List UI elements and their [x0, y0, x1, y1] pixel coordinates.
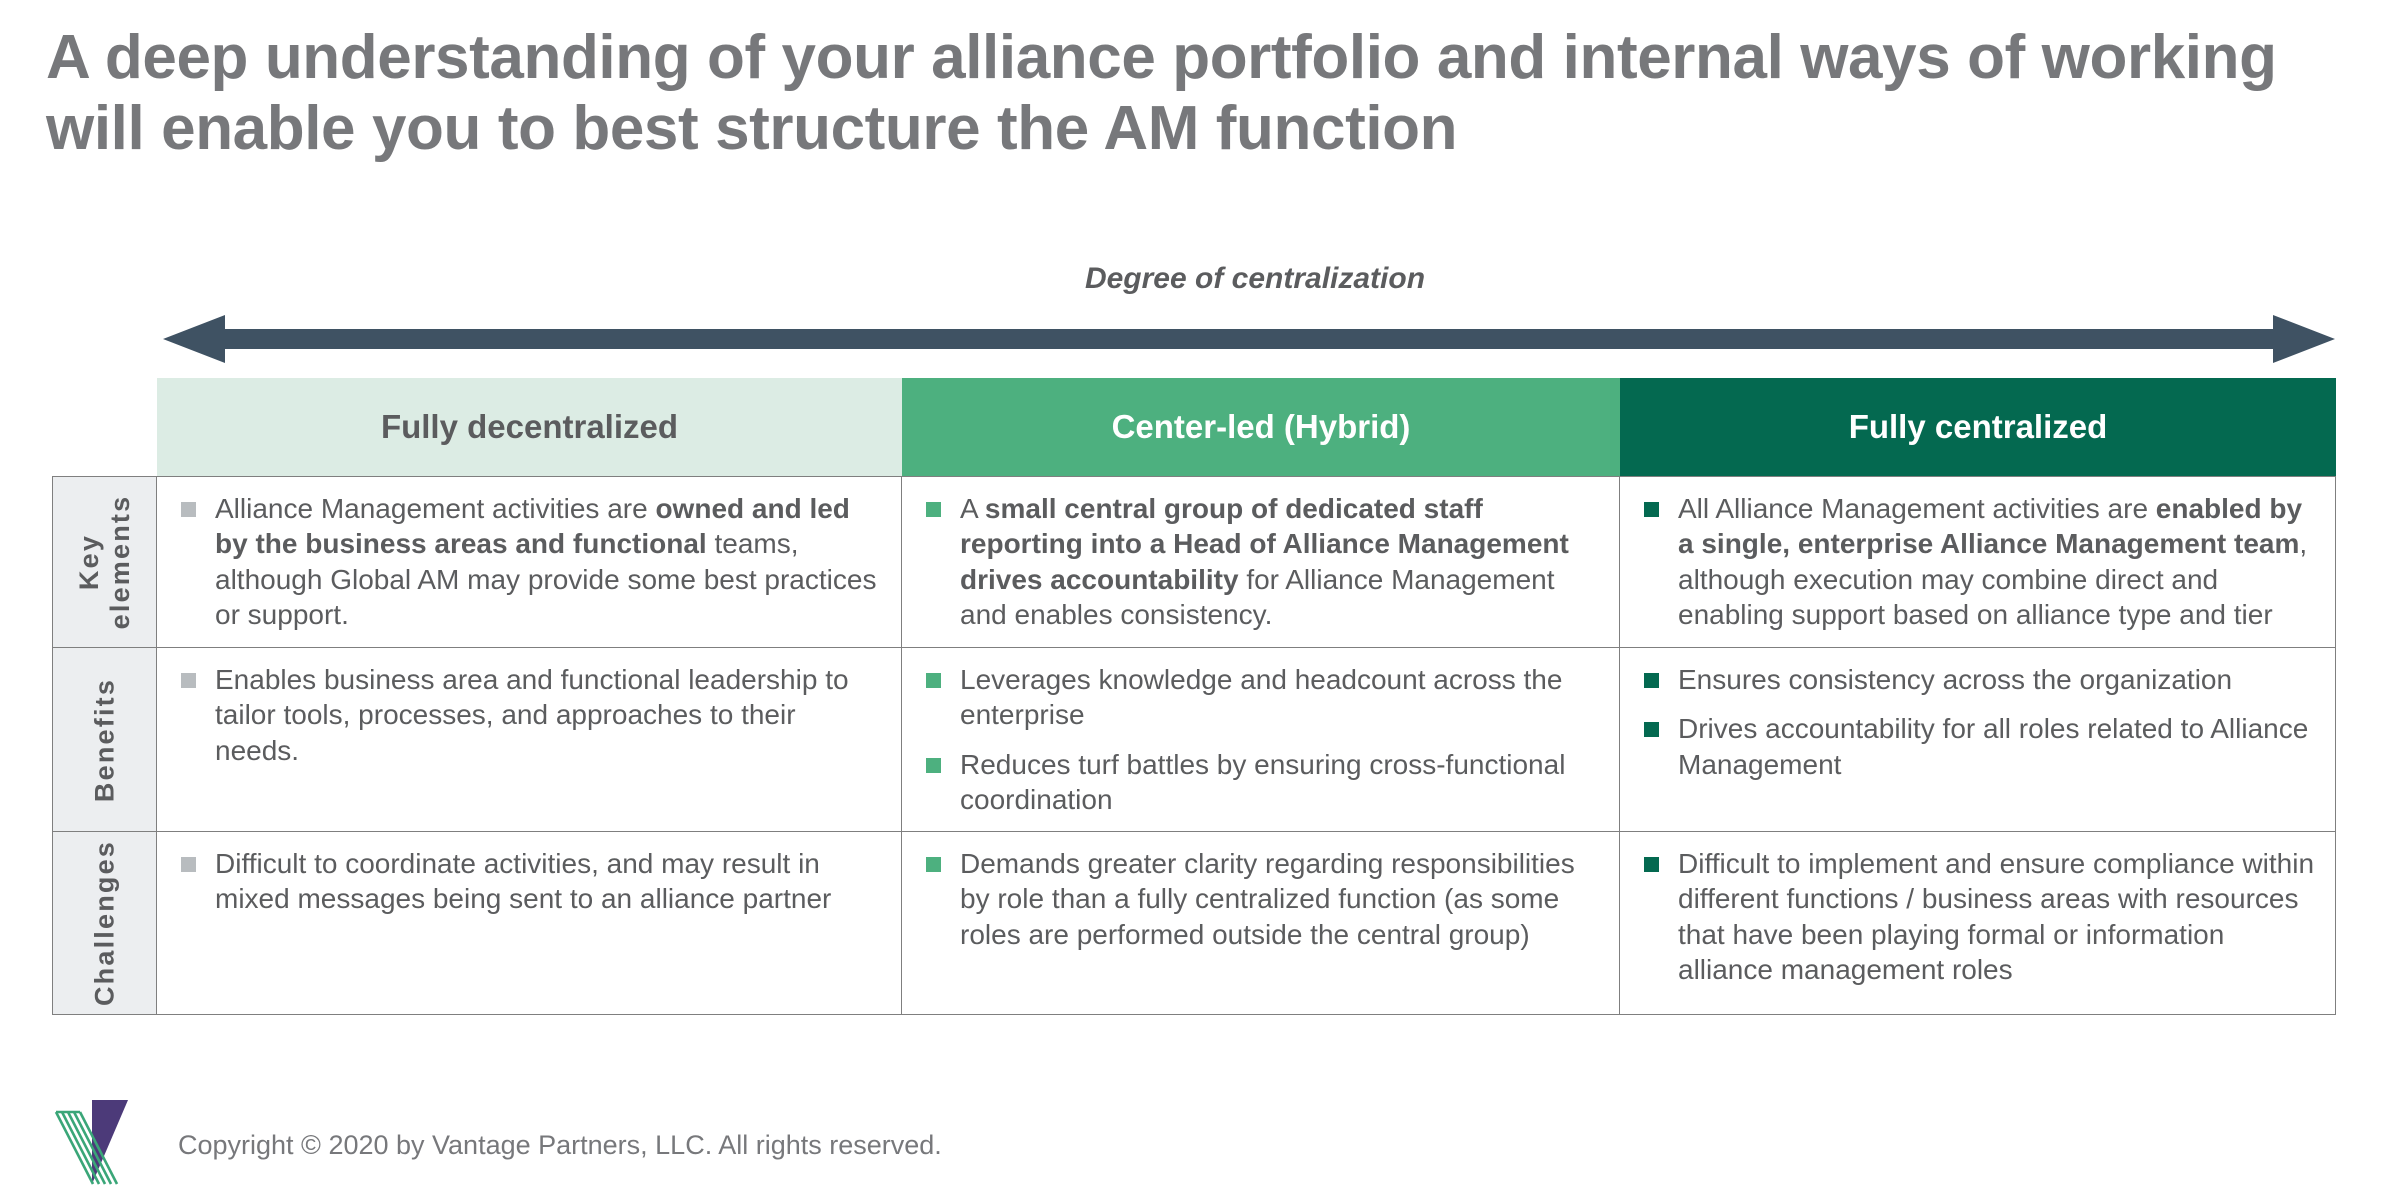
cell-benefits-decentralized: Enables business area and functional lea… [157, 648, 902, 832]
cell-key-elements-centralized: All Alliance Management activities are e… [1620, 477, 2336, 647]
cell-challenges-center-led: Demands greater clarity regarding respon… [902, 832, 1620, 1015]
column-header-fully-centralized: Fully centralized [1620, 378, 2336, 476]
vantage-partners-logo-icon [52, 1092, 156, 1196]
bullet-item: Demands greater clarity regarding respon… [920, 846, 1603, 952]
row-label-challenges: Challenges [52, 832, 157, 1015]
matrix-header-row: Fully decentralized Center-led (Hybrid) … [157, 378, 2336, 476]
table-row: Benefits Enables business area and funct… [52, 648, 2336, 833]
bullet-item: Enables business area and functional lea… [175, 662, 885, 768]
column-header-center-led: Center-led (Hybrid) [902, 378, 1620, 476]
table-row: Challenges Difficult to coordinate activ… [52, 832, 2336, 1016]
cell-key-elements-center-led: A small central group of dedicated staff… [902, 477, 1620, 647]
bullet-item: A small central group of dedicated staff… [920, 491, 1603, 632]
column-header-fully-decentralized: Fully decentralized [157, 378, 902, 476]
cell-challenges-decentralized: Difficult to coordinate activities, and … [157, 832, 902, 1015]
comparison-matrix: Fully decentralized Center-led (Hybrid) … [52, 378, 2336, 1016]
page-title: A deep understanding of your alliance po… [46, 23, 2277, 164]
bullet-item: Leverages knowledge and headcount across… [920, 662, 1603, 733]
bullet-item: Alliance Management activities are owned… [175, 491, 885, 632]
bullet-item: Ensures consistency across the organizat… [1638, 662, 2319, 697]
bullet-list: Ensures consistency across the organizat… [1638, 662, 2319, 782]
bullet-list: Difficult to implement and ensure compli… [1638, 846, 2319, 987]
cell-benefits-center-led: Leverages knowledge and headcount across… [902, 648, 1620, 832]
row-label-benefits-text: Benefits [88, 677, 119, 802]
bullet-list: Enables business area and functional lea… [175, 662, 885, 768]
row-label-key-elements-text: Key elements [73, 494, 135, 630]
bullet-list: All Alliance Management activities are e… [1638, 491, 2319, 632]
cell-key-elements-decentralized: Alliance Management activities are owned… [157, 477, 902, 647]
bullet-item: Drives accountability for all roles rela… [1638, 711, 2319, 782]
row-label-challenges-text: Challenges [88, 840, 119, 1007]
row-label-benefits: Benefits [52, 648, 157, 832]
bullet-list: Demands greater clarity regarding respon… [920, 846, 1603, 952]
bullet-list: Leverages knowledge and headcount across… [920, 662, 1603, 817]
bullet-item: Difficult to implement and ensure compli… [1638, 846, 2319, 987]
bullet-item: All Alliance Management activities are e… [1638, 491, 2319, 632]
row-label-key-elements: Key elements [52, 477, 157, 647]
footer: Copyright © 2020 by Vantage Partners, LL… [0, 1086, 2400, 1200]
bullet-item: Reduces turf battles by ensuring cross-f… [920, 747, 1603, 818]
axis-caption: Degree of centralization [1084, 262, 1426, 295]
bullet-item: Difficult to coordinate activities, and … [175, 846, 885, 917]
bullet-list: Difficult to coordinate activities, and … [175, 846, 885, 917]
cell-benefits-centralized: Ensures consistency across the organizat… [1620, 648, 2336, 832]
table-row: Key elements Alliance Management activiti… [52, 476, 2336, 648]
copyright-text: Copyright © 2020 by Vantage Partners, LL… [178, 1130, 942, 1160]
bullet-list: A small central group of dedicated staff… [920, 491, 1603, 632]
degree-of-centralization-arrow [163, 315, 2335, 363]
cell-challenges-centralized: Difficult to implement and ensure compli… [1620, 832, 2336, 1015]
bullet-list: Alliance Management activities are owned… [175, 491, 885, 632]
